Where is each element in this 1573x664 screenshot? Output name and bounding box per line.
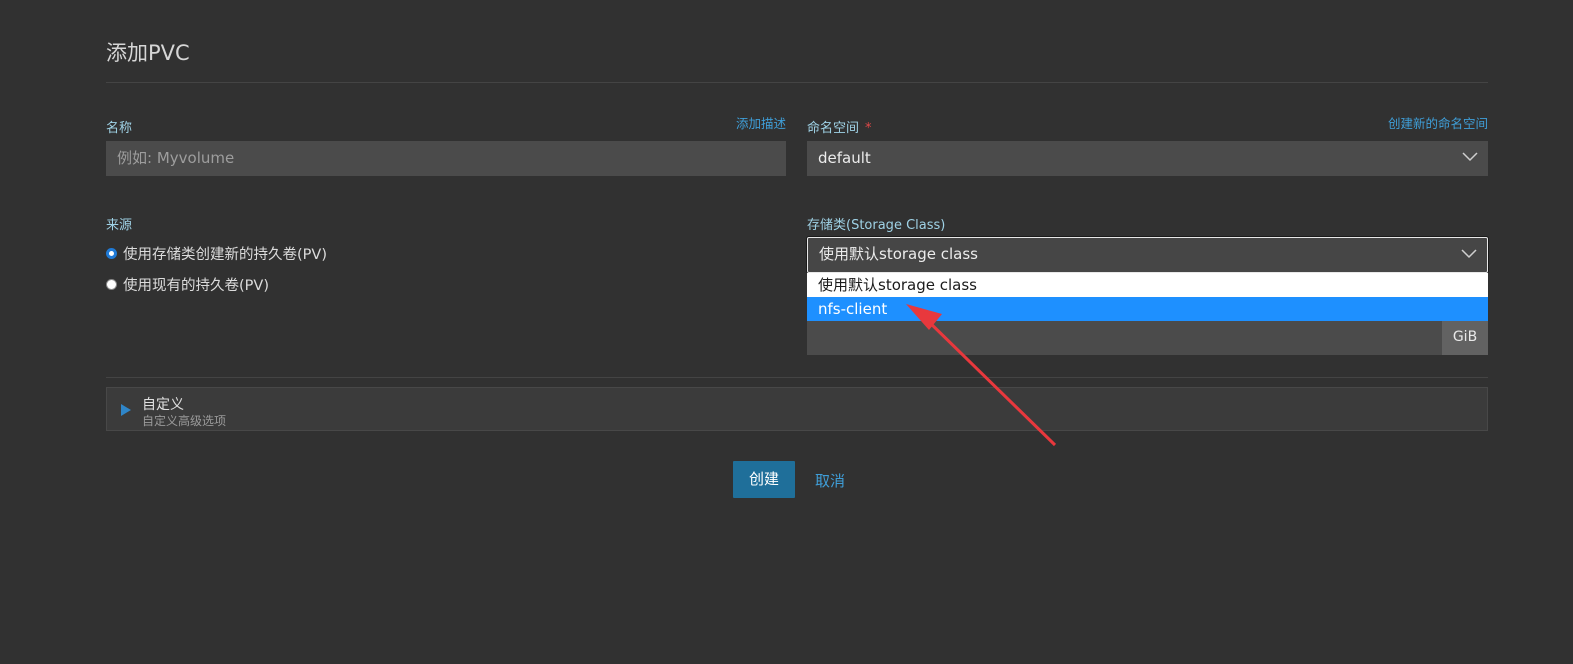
annotation-arrow-icon — [906, 304, 1057, 447]
